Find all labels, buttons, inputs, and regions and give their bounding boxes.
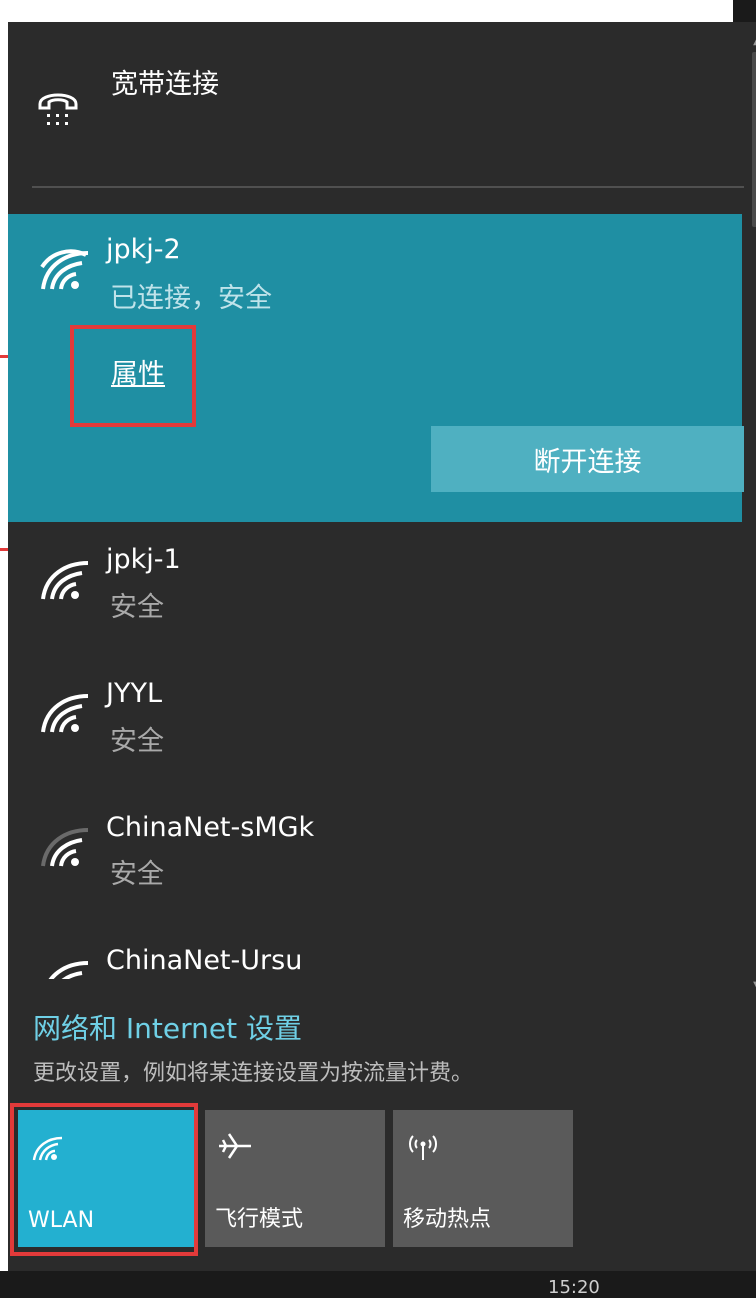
dialup-phone-icon (38, 93, 78, 125)
network-name: jpkj-2 (106, 234, 181, 265)
highlight-box-properties (70, 325, 196, 427)
network-status: 安全 (110, 592, 164, 623)
network-status: 安全 (110, 859, 164, 890)
network-name: ChinaNet-Ursu (106, 945, 303, 976)
network-item[interactable]: ChinaNet-Ursu (8, 921, 742, 979)
disconnect-button[interactable]: 断开连接 (431, 426, 744, 492)
wifi-signal-full-icon (48, 961, 89, 979)
network-settings-link[interactable]: 网络和 Internet 设置 (33, 1007, 302, 1047)
background-window (0, 0, 733, 22)
network-name: jpkj-1 (106, 544, 181, 575)
scroll-down-arrow-icon[interactable]: ▼ (750, 980, 756, 994)
wifi-signal-full-icon (41, 694, 89, 733)
network-status: 已连接，安全 (110, 283, 272, 314)
mobile-hotspot-label: 移动热点 (403, 1207, 492, 1232)
broadband-label: 宽带连接 (111, 69, 219, 100)
taskbar-clock: 15:20 (548, 1277, 600, 1298)
wifi-signal-full-icon (40, 249, 89, 290)
airplane-mode-label: 飞行模式 (215, 1207, 304, 1232)
scrollbar-thumb[interactable] (752, 52, 756, 227)
airplane-mode-tile[interactable]: 飞行模式 (205, 1110, 385, 1247)
broadband-connection[interactable]: 宽带连接 (8, 22, 742, 187)
highlight-box-wlan (10, 1103, 198, 1256)
wifi-signal-full-icon (41, 561, 89, 600)
airplane-icon (219, 1133, 251, 1159)
hotspot-icon (409, 1135, 437, 1160)
scroll-up-arrow-icon[interactable]: ▲ (750, 36, 756, 50)
network-flyout: 宽带连接 jpkj-2 已连接，安全 属性 断开连接 jpkj-1 安全 JYY… (8, 22, 756, 1298)
wifi-signal-medium-icon (41, 828, 89, 867)
network-settings-description: 更改设置，例如将某连接设置为按流量计费。 (33, 1061, 474, 1086)
network-status: 安全 (110, 726, 164, 757)
network-name: ChinaNet-sMGk (106, 812, 315, 843)
background-window-edge (0, 0, 8, 1271)
mobile-hotspot-tile[interactable]: 移动热点 (393, 1110, 573, 1247)
section-divider (32, 186, 744, 188)
network-name: JYYL (106, 678, 162, 709)
